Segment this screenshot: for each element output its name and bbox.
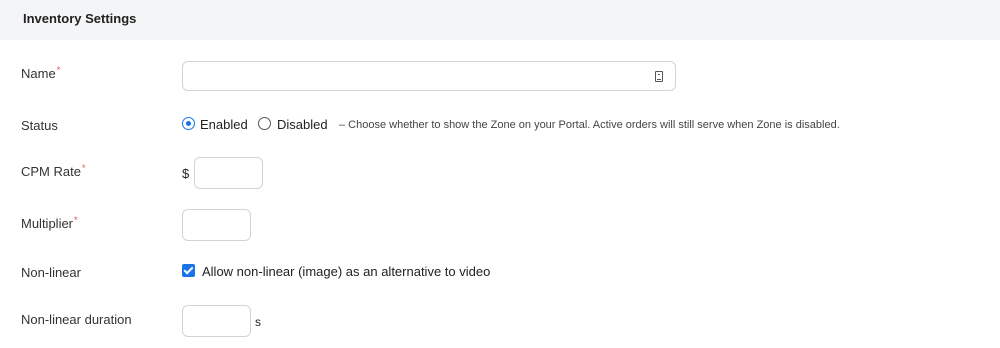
status-enabled-label[interactable]: Enabled bbox=[200, 117, 248, 132]
status-enabled-radio[interactable] bbox=[182, 117, 195, 130]
non-linear-duration-input[interactable] bbox=[182, 305, 251, 337]
non-linear-label: Non-linear bbox=[21, 265, 81, 280]
status-label: Status bbox=[21, 118, 58, 133]
required-mark: * bbox=[81, 163, 86, 173]
name-label: Name* bbox=[21, 65, 61, 81]
status-disabled-radio[interactable] bbox=[258, 117, 271, 130]
multiplier-input[interactable] bbox=[182, 209, 251, 241]
status-hint: – Choose whether to show the Zone on you… bbox=[339, 119, 840, 131]
name-input[interactable] bbox=[182, 61, 676, 91]
contact-card-icon[interactable] bbox=[655, 71, 663, 82]
non-linear-checkbox[interactable] bbox=[182, 264, 195, 277]
non-linear-duration-label: Non-linear duration bbox=[21, 312, 132, 327]
non-linear-checkbox-label[interactable]: Allow non-linear (image) as an alternati… bbox=[202, 264, 490, 279]
seconds-suffix: s bbox=[255, 315, 261, 329]
currency-prefix: $ bbox=[182, 166, 190, 181]
name-label-text: Name bbox=[21, 66, 56, 81]
status-disabled-label[interactable]: Disabled bbox=[277, 117, 328, 132]
cpm-rate-label: CPM Rate* bbox=[21, 163, 86, 179]
cpm-rate-label-text: CPM Rate bbox=[21, 164, 81, 179]
section-header: Inventory Settings bbox=[0, 0, 1000, 40]
cpm-rate-input[interactable] bbox=[194, 157, 263, 189]
required-mark: * bbox=[56, 65, 61, 75]
required-mark: * bbox=[74, 215, 78, 225]
multiplier-label: Multiplier* bbox=[21, 215, 78, 231]
multiplier-label-text: Multiplier bbox=[21, 216, 74, 231]
section-title: Inventory Settings bbox=[23, 11, 137, 26]
